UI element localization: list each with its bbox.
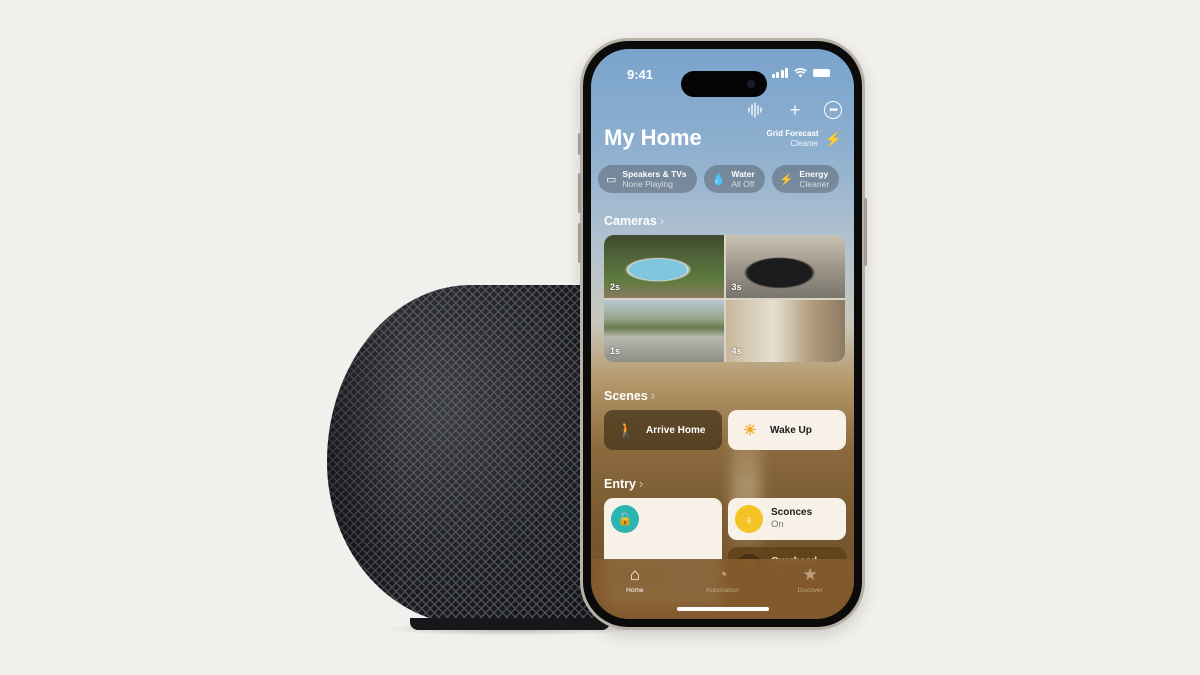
tab-bar: ⌂ Home ◔ Automation ★ Discover: [591, 559, 854, 619]
speaker-base: [410, 618, 610, 630]
camera-age-label: 3s: [731, 281, 742, 292]
more-icon[interactable]: •••: [824, 101, 842, 119]
scene-arrive-home[interactable]: 🚶 Arrive Home: [604, 410, 722, 450]
iphone: 9:41 + ••• My Home Grid Forecast Cleaner…: [578, 38, 867, 630]
status-time: 9:41: [627, 67, 654, 82]
phone-bezel: 9:41 + ••• My Home Grid Forecast Cleaner…: [583, 41, 862, 627]
camera-feed[interactable]: 4s: [725, 299, 845, 362]
water-drop-icon: 💧: [711, 173, 726, 186]
chip-title: Water: [731, 169, 755, 179]
home-app-screen: 9:41 + ••• My Home Grid Forecast Cleaner…: [591, 49, 854, 619]
chip-subtitle: All Off: [731, 179, 755, 189]
chip-subtitle: None Playing: [622, 179, 673, 189]
dynamic-island: [681, 71, 767, 97]
house-icon: ⌂: [629, 565, 640, 584]
waveform-icon[interactable]: [744, 99, 766, 121]
speaker-tv-icon: ▭: [606, 173, 617, 186]
plus-icon[interactable]: +: [784, 99, 806, 121]
status-indicators: [771, 68, 830, 78]
cellular-signal-icon: [771, 68, 788, 78]
grid-forecast-value: Cleaner: [790, 139, 819, 148]
scene-wake-up[interactable]: ☀ Wake Up: [728, 410, 846, 450]
camera-feed[interactable]: 1s: [604, 299, 724, 362]
accessory-name: Sconces: [771, 507, 813, 518]
action-button: [578, 133, 581, 155]
sunrise-icon: ☀: [743, 422, 757, 439]
section-label: Entry: [604, 477, 636, 491]
tab-home[interactable]: ⌂ Home: [600, 565, 670, 619]
chip-title: Energy: [799, 169, 829, 179]
chip-speakers-tvs[interactable]: ▭ Speakers & TVs None Playing: [598, 165, 697, 193]
tab-label: Automation: [706, 587, 739, 594]
chip-energy[interactable]: ⚡ Energy Cleaner: [771, 165, 840, 193]
wifi-icon: [794, 68, 807, 78]
camera-grid: 2s 3s 1s 4s: [604, 235, 845, 362]
status-bar: 9:41: [591, 65, 854, 97]
home-indicator[interactable]: [676, 607, 769, 611]
toolbar: + •••: [744, 99, 842, 121]
volume-up-button: [578, 173, 581, 213]
status-chips: ▭ Speakers & TVs None Playing 💧 Water All …: [598, 165, 840, 193]
camera-age-label: 1s: [610, 346, 621, 356]
scene-label: Arrive Home: [646, 424, 706, 436]
side-button: [864, 198, 867, 266]
chip-subtitle: Cleaner: [799, 179, 830, 189]
camera-feed[interactable]: 3s: [725, 235, 845, 298]
section-label: Scenes: [604, 389, 648, 403]
section-cameras[interactable]: Cameras ›: [604, 214, 664, 228]
chevron-right-icon: ›: [638, 477, 644, 491]
grid-forecast[interactable]: Grid Forecast Cleaner ⚡: [767, 129, 842, 149]
chip-water[interactable]: 💧 Water All Off: [703, 165, 765, 193]
tab-label: Discover: [797, 587, 823, 594]
page-title: My Home: [604, 125, 702, 150]
chevron-right-icon: ›: [659, 214, 664, 228]
section-scenes[interactable]: Scenes ›: [604, 389, 655, 403]
section-entry[interactable]: Entry ›: [604, 477, 643, 491]
battery-icon: [813, 69, 830, 77]
tab-discover[interactable]: ★ Discover: [775, 565, 845, 619]
chip-title: Speakers & TVs: [622, 169, 687, 179]
section-label: Cameras: [604, 214, 657, 228]
tab-label: Home: [626, 587, 644, 594]
grid-forecast-label: Grid Forecast: [766, 129, 819, 138]
ceiling-lamp-icon: ♁: [735, 505, 763, 533]
unlocked-icon: 🔓: [611, 505, 639, 533]
accessory-sconces[interactable]: ♁ Sconces On: [728, 498, 846, 540]
camera-age-label: 2s: [610, 281, 621, 292]
bolt-icon: ⚡: [779, 173, 794, 186]
accessory-state: On: [771, 519, 784, 530]
front-camera: [747, 80, 755, 88]
sparkle-bolt-icon: ⚡: [824, 130, 842, 147]
star-icon: ★: [802, 565, 818, 584]
chevron-right-icon: ›: [650, 389, 655, 403]
camera-age-label: 4s: [731, 346, 742, 356]
clock-check-icon: ◔: [717, 565, 728, 584]
walking-person-icon: 🚶: [616, 422, 636, 439]
camera-feed[interactable]: 2s: [604, 235, 724, 298]
scene-label: Wake Up: [770, 424, 812, 436]
volume-down-button: [578, 223, 581, 263]
